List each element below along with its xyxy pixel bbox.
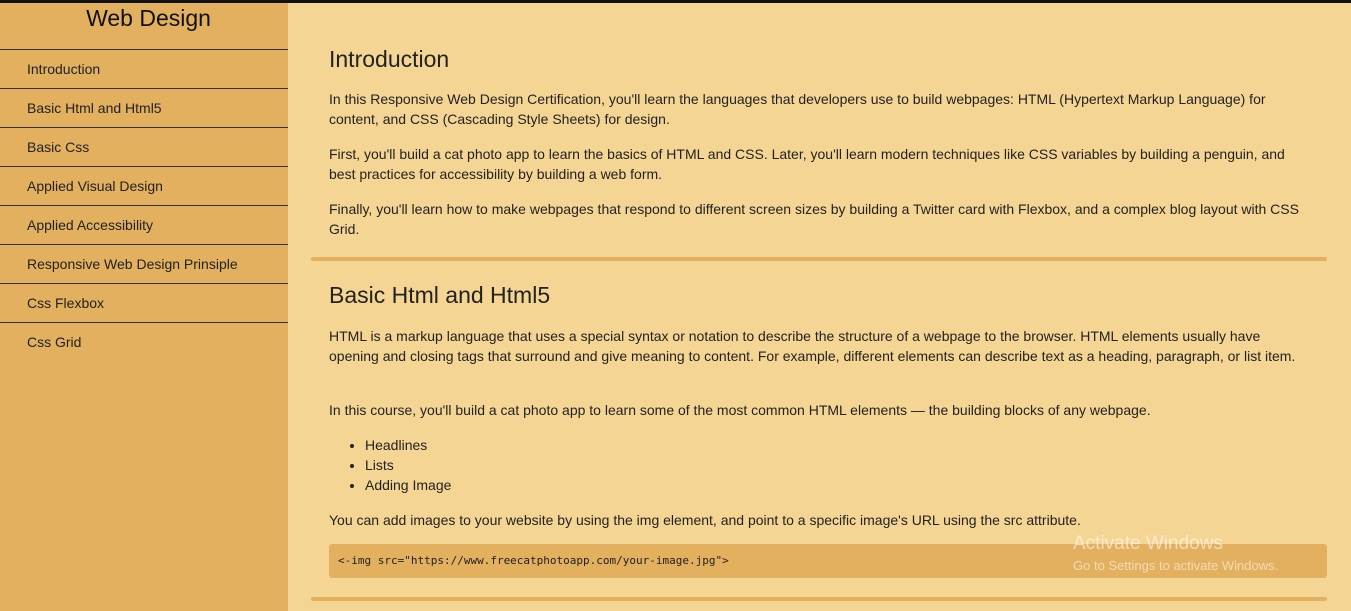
windows-activation-watermark: Activate Windows Go to Settings to activ… — [1073, 533, 1278, 577]
section-heading-introduction: Introduction — [329, 46, 450, 72]
html-paragraph-2-wrap: In this course, you'll build a cat photo… — [329, 400, 1309, 420]
sidebar: Web Design Introduction Basic Html and H… — [0, 3, 288, 611]
nav-link-basic-html[interactable]: Basic Html and Html5 — [0, 88, 288, 127]
html-paragraph-1: HTML is a markup language that uses a sp… — [329, 328, 1296, 364]
list-item: Lists — [365, 455, 1309, 475]
nav-link-introduction[interactable]: Introduction — [0, 49, 288, 88]
nav-link-applied-visual-design[interactable]: Applied Visual Design — [0, 166, 288, 205]
watermark-title: Activate Windows — [1073, 533, 1223, 554]
nav-link-responsive-web-design[interactable]: Responsive Web Design Prinsiple — [0, 244, 288, 283]
html-paragraph-2: In this course, you'll build a cat photo… — [329, 402, 1151, 418]
main-content[interactable]: Introduction In this Responsive Web Desi… — [288, 3, 1351, 611]
html-elements-list-wrap: Headlines Lists Adding Image — [329, 435, 1309, 495]
html-paragraph-1-wrap: HTML is a markup language that uses a sp… — [329, 326, 1309, 366]
sidebar-title: Web Design — [86, 5, 211, 31]
intro-paragraph-3: Finally, you'll learn how to make webpag… — [329, 201, 1299, 237]
section-divider — [311, 257, 1327, 261]
nav-link-css-flexbox[interactable]: Css Flexbox — [0, 283, 288, 322]
watermark-subtitle: Go to Settings to activate Windows. — [1073, 558, 1279, 573]
intro-paragraph-3-wrap: Finally, you'll learn how to make webpag… — [329, 199, 1309, 239]
html-paragraph-3: You can add images to your website by us… — [329, 512, 1081, 528]
intro-paragraph-2-wrap: First, you'll build a cat photo app to l… — [329, 144, 1309, 184]
intro-paragraph-1: In this Responsive Web Design Certificat… — [329, 91, 1266, 127]
nav-link-css-grid[interactable]: Css Grid — [0, 322, 288, 361]
html-paragraph-3-wrap: You can add images to your website by us… — [329, 510, 1309, 530]
intro-paragraph-2: First, you'll build a cat photo app to l… — [329, 146, 1285, 182]
html-elements-list: Headlines Lists Adding Image — [329, 435, 1309, 495]
section-introduction-body: In this Responsive Web Design Certificat… — [329, 89, 1309, 129]
nav-link-applied-accessibility[interactable]: Applied Accessibility — [0, 205, 288, 244]
sidebar-nav: Introduction Basic Html and Html5 Basic … — [0, 49, 288, 361]
list-item: Headlines — [365, 435, 1309, 455]
section-heading-basic-html: Basic Html and Html5 — [329, 282, 551, 308]
nav-link-basic-css[interactable]: Basic Css — [0, 127, 288, 166]
section-divider — [311, 597, 1327, 601]
list-item: Adding Image — [365, 475, 1309, 495]
